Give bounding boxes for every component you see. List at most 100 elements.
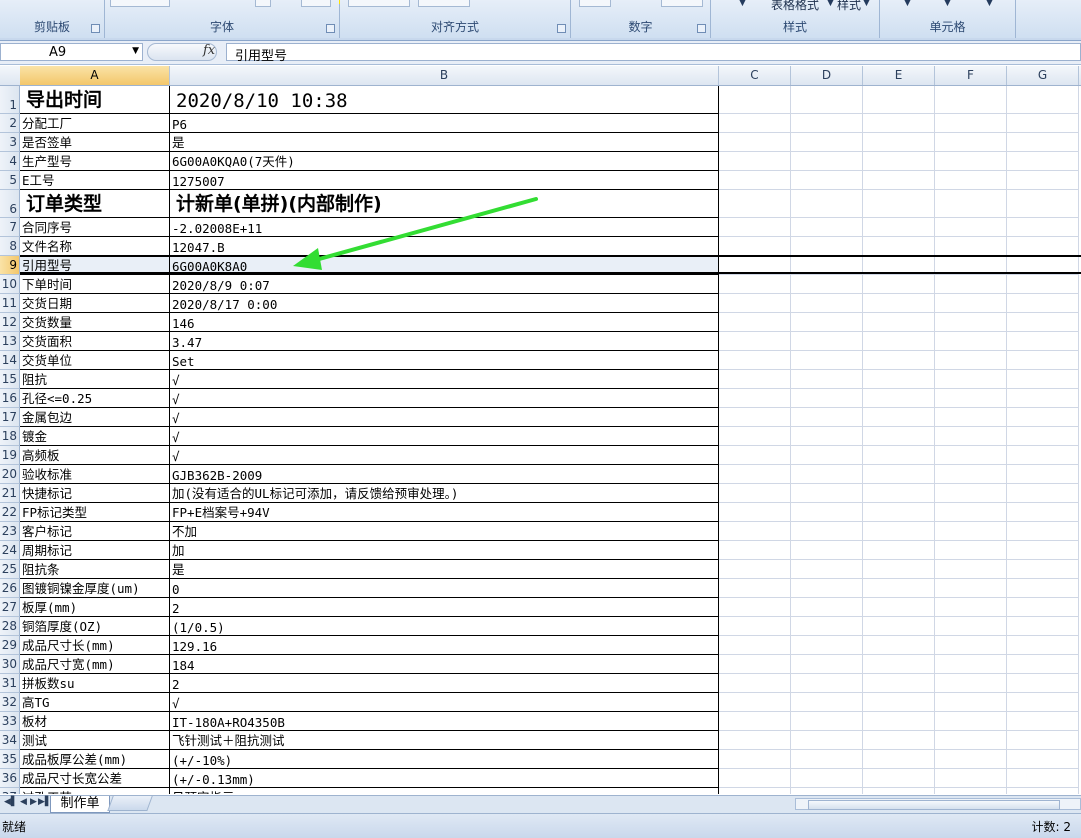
cell-b[interactable]: 3.47 — [170, 332, 719, 351]
cell-d[interactable] — [791, 256, 863, 275]
cell-b[interactable]: √ — [170, 446, 719, 465]
cell-d[interactable] — [791, 484, 863, 503]
column-header-f[interactable]: F — [935, 66, 1007, 85]
column-header-e[interactable]: E — [863, 66, 935, 85]
cell-c[interactable] — [719, 237, 791, 256]
cell-f[interactable] — [935, 313, 1007, 332]
row-header[interactable]: 18 — [0, 427, 20, 446]
cell-g[interactable] — [1007, 171, 1079, 190]
cell-b[interactable]: (+/-10%) — [170, 750, 719, 769]
cell-e[interactable] — [863, 731, 935, 750]
cell-c[interactable] — [719, 636, 791, 655]
cell-e[interactable] — [863, 408, 935, 427]
cell-c[interactable] — [719, 218, 791, 237]
cell-e[interactable] — [863, 370, 935, 389]
cell-b[interactable]: 加(没有适合的UL标记可添加，请反馈给预审处理。) — [170, 484, 719, 503]
row-header[interactable]: 23 — [0, 522, 20, 541]
cell-b[interactable]: 1275007 — [170, 171, 719, 190]
cell-g[interactable] — [1007, 351, 1079, 370]
cell-e[interactable] — [863, 712, 935, 731]
cell-f[interactable] — [935, 133, 1007, 152]
cell-d[interactable] — [791, 218, 863, 237]
cell-g[interactable] — [1007, 712, 1079, 731]
cell-c[interactable] — [719, 788, 791, 794]
chevron-down-icon[interactable]: ▼ — [863, 0, 870, 8]
cell-d[interactable] — [791, 560, 863, 579]
cell-c[interactable] — [719, 114, 791, 133]
cell-e[interactable] — [863, 152, 935, 171]
cell-a[interactable]: 合同序号 — [20, 218, 170, 237]
cell-c[interactable] — [719, 522, 791, 541]
cell-f[interactable] — [935, 465, 1007, 484]
cell-d[interactable] — [791, 598, 863, 617]
cell-f[interactable] — [935, 446, 1007, 465]
cell-d[interactable] — [791, 503, 863, 522]
cell-e[interactable] — [863, 560, 935, 579]
cell-a[interactable]: 铜箔厚度(OZ) — [20, 617, 170, 636]
row-header[interactable]: 5 — [0, 171, 20, 190]
font-size-box[interactable] — [110, 0, 170, 7]
cell-d[interactable] — [791, 408, 863, 427]
cell-a[interactable]: 测试 — [20, 731, 170, 750]
cell-a[interactable]: 文件名称 — [20, 237, 170, 256]
cell-b[interactable]: 146 — [170, 313, 719, 332]
chevron-down-icon[interactable]: ▼ — [904, 0, 911, 8]
cell-e[interactable] — [863, 674, 935, 693]
cell-b[interactable]: √ — [170, 408, 719, 427]
cell-g[interactable] — [1007, 769, 1079, 788]
cell-b[interactable]: 12047.B — [170, 237, 719, 256]
cell-c[interactable] — [719, 408, 791, 427]
cell-d[interactable] — [791, 332, 863, 351]
row-header[interactable]: 3 — [0, 133, 20, 152]
cell-f[interactable] — [935, 750, 1007, 769]
cell-b[interactable]: 2020/8/10 10:38 — [170, 86, 719, 114]
cell-c[interactable] — [719, 769, 791, 788]
cell-b[interactable]: 2 — [170, 598, 719, 617]
cell-g[interactable] — [1007, 218, 1079, 237]
cell-f[interactable] — [935, 332, 1007, 351]
cell-g[interactable] — [1007, 541, 1079, 560]
row-header[interactable]: 29 — [0, 636, 20, 655]
cell-e[interactable] — [863, 114, 935, 133]
cell-a[interactable]: FP标记类型 — [20, 503, 170, 522]
cell-g[interactable] — [1007, 465, 1079, 484]
cell-styles-button[interactable]: 样式 — [837, 0, 861, 13]
cell-d[interactable] — [791, 655, 863, 674]
cell-g[interactable] — [1007, 332, 1079, 351]
cell-d[interactable] — [791, 636, 863, 655]
cell-c[interactable] — [719, 693, 791, 712]
row-header[interactable]: 17 — [0, 408, 20, 427]
cell-e[interactable] — [863, 465, 935, 484]
cell-d[interactable] — [791, 389, 863, 408]
cell-f[interactable] — [935, 218, 1007, 237]
cell-c[interactable] — [719, 446, 791, 465]
cell-f[interactable] — [935, 769, 1007, 788]
cell-d[interactable] — [791, 133, 863, 152]
align-buttons[interactable] — [348, 0, 410, 7]
cell-a[interactable]: 是否签单 — [20, 133, 170, 152]
row-header[interactable]: 32 — [0, 693, 20, 712]
cell-e[interactable] — [863, 541, 935, 560]
cell-b[interactable]: 是 — [170, 560, 719, 579]
cell-e[interactable] — [863, 237, 935, 256]
cell-g[interactable] — [1007, 275, 1079, 294]
row-header[interactable]: 33 — [0, 712, 20, 731]
cell-a[interactable]: 引用型号 — [20, 256, 170, 275]
cell-f[interactable] — [935, 712, 1007, 731]
cell-b[interactable]: FP+E档案号+94V — [170, 503, 719, 522]
cell-f[interactable] — [935, 256, 1007, 275]
cell-a[interactable]: 交货日期 — [20, 294, 170, 313]
row-header[interactable]: 37 — [0, 788, 20, 794]
cell-g[interactable] — [1007, 133, 1079, 152]
column-header-g[interactable]: G — [1007, 66, 1079, 85]
cell-d[interactable] — [791, 114, 863, 133]
chevron-down-icon[interactable]: ▼ — [739, 0, 746, 8]
cell-e[interactable] — [863, 788, 935, 794]
row-header[interactable]: 7 — [0, 218, 20, 237]
cell-f[interactable] — [935, 408, 1007, 427]
cell-a[interactable]: 板厚(mm) — [20, 598, 170, 617]
cell-d[interactable] — [791, 465, 863, 484]
cell-f[interactable] — [935, 655, 1007, 674]
row-header[interactable]: 27 — [0, 598, 20, 617]
cell-d[interactable] — [791, 152, 863, 171]
